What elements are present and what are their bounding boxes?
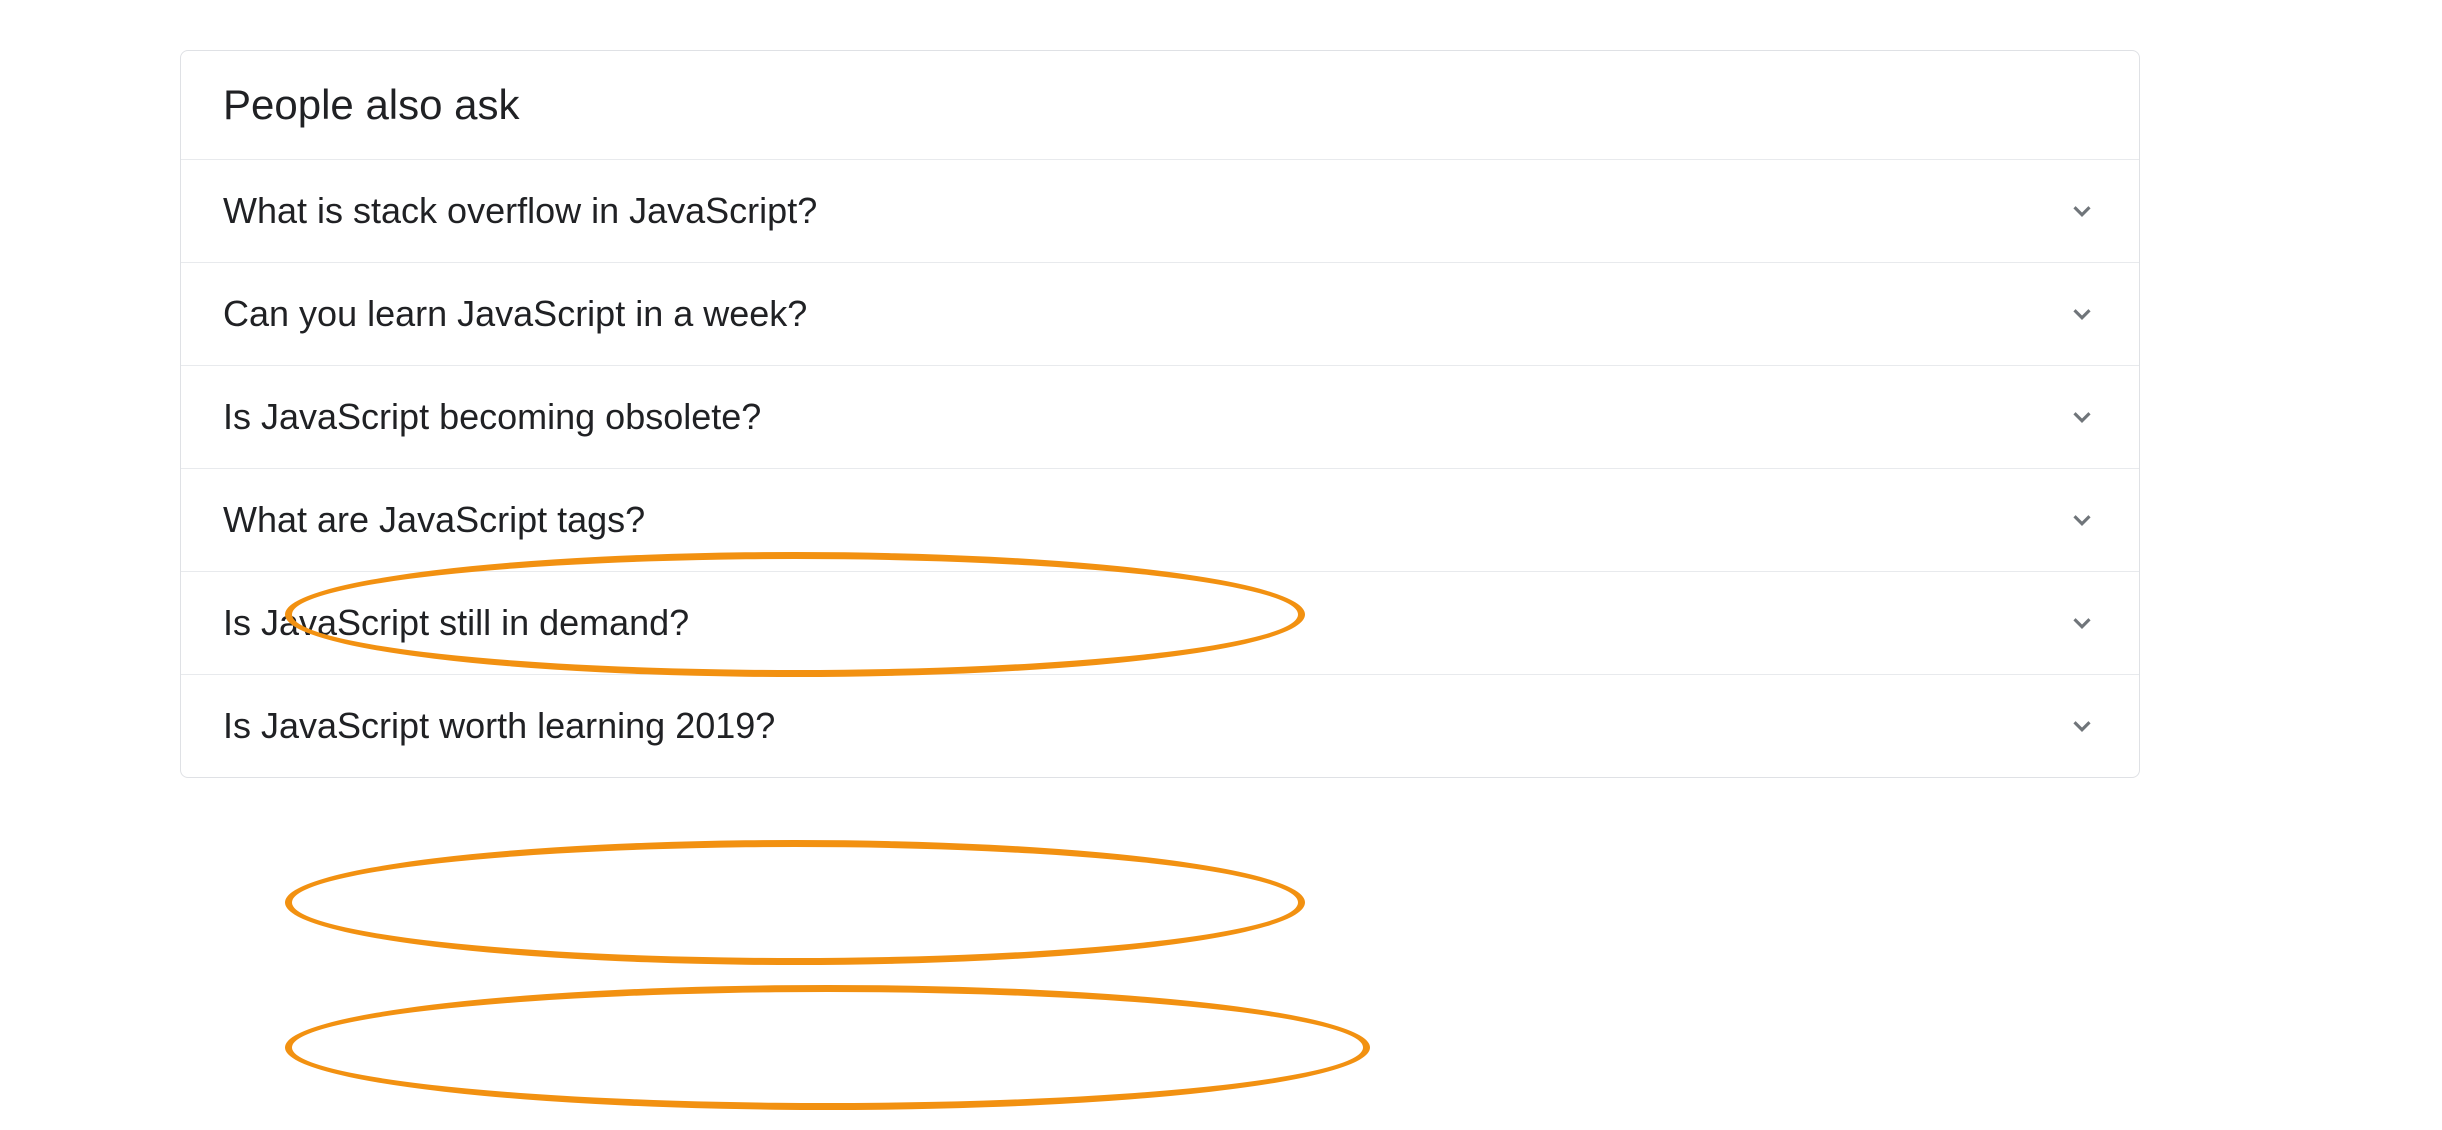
highlight-annotation — [285, 840, 1305, 965]
paa-question-row[interactable]: Is JavaScript still in demand? — [181, 571, 2139, 674]
people-also-ask-box: People also ask What is stack overflow i… — [180, 50, 2140, 778]
chevron-down-icon — [2067, 505, 2097, 535]
paa-question-text: What are JavaScript tags? — [223, 499, 645, 541]
people-also-ask-header: People also ask — [181, 51, 2139, 159]
paa-question-text: What is stack overflow in JavaScript? — [223, 190, 817, 232]
paa-question-text: Can you learn JavaScript in a week? — [223, 293, 807, 335]
paa-question-row[interactable]: What is stack overflow in JavaScript? — [181, 159, 2139, 262]
paa-question-text: Is JavaScript still in demand? — [223, 602, 689, 644]
chevron-down-icon — [2067, 711, 2097, 741]
paa-question-row[interactable]: Can you learn JavaScript in a week? — [181, 262, 2139, 365]
people-also-ask-container: People also ask What is stack overflow i… — [180, 50, 2140, 778]
chevron-down-icon — [2067, 402, 2097, 432]
paa-question-row[interactable]: Is JavaScript becoming obsolete? — [181, 365, 2139, 468]
chevron-down-icon — [2067, 299, 2097, 329]
paa-question-text: Is JavaScript worth learning 2019? — [223, 705, 775, 747]
chevron-down-icon — [2067, 196, 2097, 226]
paa-question-text: Is JavaScript becoming obsolete? — [223, 396, 761, 438]
paa-question-row[interactable]: Is JavaScript worth learning 2019? — [181, 674, 2139, 777]
chevron-down-icon — [2067, 608, 2097, 638]
paa-question-row[interactable]: What are JavaScript tags? — [181, 468, 2139, 571]
highlight-annotation — [285, 985, 1370, 1110]
